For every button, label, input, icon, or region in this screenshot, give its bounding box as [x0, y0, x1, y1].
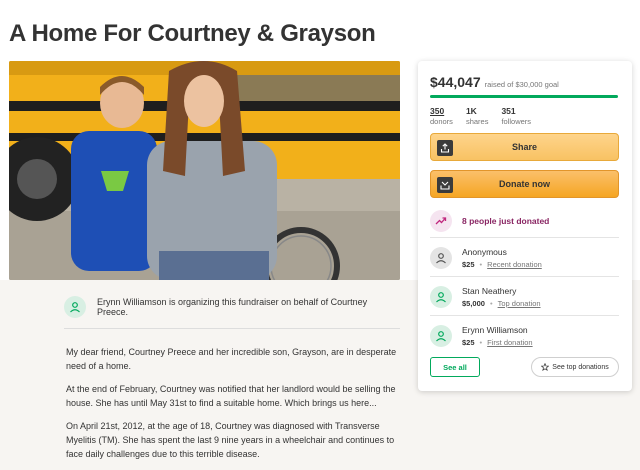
star-icon	[541, 363, 550, 371]
donation-info: Anonymous $25 • Recent donation	[462, 247, 542, 269]
donation-tag-link[interactable]: Top donation	[498, 299, 541, 308]
donation-info: Erynn Williamson $25 • First donation	[462, 325, 533, 347]
trending-up-icon	[430, 210, 452, 232]
stat-value: 350	[430, 106, 445, 116]
separator-dot: •	[479, 260, 483, 269]
donor-name: Anonymous	[462, 247, 507, 257]
donation-tag-link[interactable]: Recent donation	[487, 260, 542, 269]
donor-name: Erynn Williamson	[462, 325, 528, 335]
stat-shares: 1K shares	[466, 106, 489, 126]
story-text: My dear friend, Courtney Preece and her …	[66, 345, 406, 470]
donate-label: Donate now	[499, 179, 550, 189]
stat-value: 351	[501, 106, 516, 116]
page-title: A Home For Courtney & Grayson	[9, 20, 376, 47]
hero-photo	[9, 61, 400, 280]
recent-text: 8 people just donated	[462, 216, 550, 226]
stat-followers: 351 followers	[501, 106, 531, 126]
donation-line: $25 • First donation	[462, 338, 533, 347]
donation-item: Stan Neathery $5,000 • Top donation	[430, 282, 619, 312]
see-top-label: See top donations	[552, 363, 609, 371]
donation-tag-link[interactable]: First donation	[487, 338, 532, 347]
user-icon	[430, 286, 452, 308]
donation-line: $5,000 • Top donation	[462, 299, 541, 308]
donate-box-icon	[437, 177, 453, 193]
donate-button[interactable]: Donate now	[430, 170, 619, 198]
divider	[430, 237, 619, 238]
separator-dot: •	[479, 338, 483, 347]
organizer-text: Erynn Williamson is organizing this fund…	[97, 297, 368, 317]
separator-dot: •	[489, 299, 493, 308]
donation-panel: $44,047 raised of $30,000 goal 350 donor…	[418, 61, 632, 391]
divider	[64, 328, 400, 329]
recent-donations-banner: 8 people just donated	[430, 206, 619, 236]
share-label: Share	[511, 142, 537, 152]
donation-amount: $5,000	[462, 299, 485, 308]
stat-value: 1K	[465, 106, 477, 116]
stat-label: shares	[465, 117, 489, 126]
organizer-user-icon	[64, 296, 86, 318]
story-paragraph: At the end of February, Courtney was not…	[66, 384, 396, 408]
stats-row: 350 donors 1K shares 351 followers	[430, 106, 544, 126]
stat-label: followers	[501, 117, 532, 126]
see-all-button[interactable]: See all	[430, 357, 480, 377]
stat-donors[interactable]: 350 donors	[430, 106, 453, 126]
divider	[430, 315, 619, 316]
donation-item: Erynn Williamson $25 • First donation	[430, 321, 619, 351]
stat-label: donors	[430, 117, 453, 126]
story-paragraph: On April 21st, 2012, at the age of 18, C…	[66, 421, 395, 459]
progress-fill	[430, 95, 618, 98]
goal-text: raised of $30,000 goal	[484, 80, 559, 89]
donor-name: Stan Neathery	[462, 286, 517, 296]
share-upload-icon	[437, 140, 453, 156]
amount-raised: $44,047	[430, 74, 481, 90]
donation-amount: $25	[462, 338, 475, 347]
user-icon	[430, 247, 452, 269]
share-button[interactable]: Share	[430, 133, 619, 161]
donation-line: $25 • Recent donation	[462, 260, 542, 269]
progress-bar	[430, 95, 618, 98]
donation-amount: $25	[462, 260, 475, 269]
story-paragraph: My dear friend, Courtney Preece and her …	[66, 347, 397, 371]
donation-info: Stan Neathery $5,000 • Top donation	[462, 286, 541, 308]
donation-item: Anonymous $25 • Recent donation	[430, 243, 619, 273]
divider	[430, 276, 619, 277]
organizer-line: Erynn Williamson is organizing this fund…	[64, 292, 400, 322]
amount-row: $44,047 raised of $30,000 goal	[430, 74, 559, 90]
see-top-donations-button[interactable]: See top donations	[531, 357, 619, 377]
user-icon	[430, 325, 452, 347]
